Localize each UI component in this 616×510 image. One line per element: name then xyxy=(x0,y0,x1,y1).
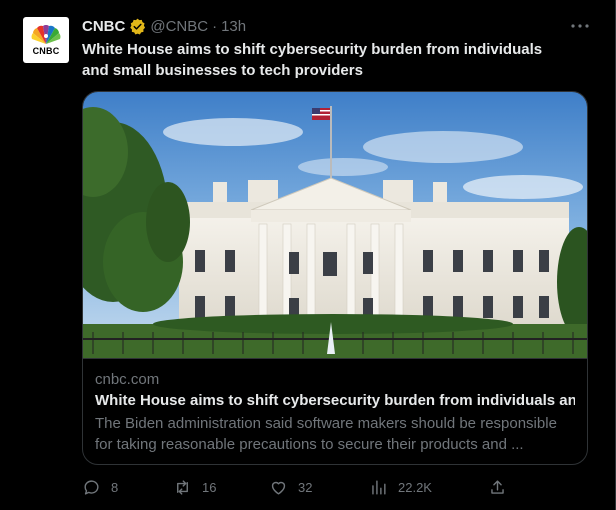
avatar-wordmark: CNBC xyxy=(32,45,60,56)
action-bar: 8 16 32 22.2K xyxy=(82,478,512,500)
view-count: 22.2K xyxy=(398,480,432,495)
reply-icon xyxy=(84,480,99,495)
views-chart-icon xyxy=(372,480,386,495)
avatar[interactable]: CNBC xyxy=(23,17,69,63)
more-options-icon[interactable] xyxy=(570,17,590,35)
share-button[interactable] xyxy=(488,478,507,497)
header-separator: · xyxy=(212,17,218,35)
card-title[interactable]: White House aims to shift cybersecurity … xyxy=(95,392,575,409)
verified-badge-icon[interactable] xyxy=(129,18,146,35)
share-icon xyxy=(491,480,504,494)
heart-icon xyxy=(271,481,286,495)
author-handle[interactable]: @CNBC xyxy=(150,18,208,35)
repost-count: 16 xyxy=(202,480,217,495)
views-button[interactable]: 22.2K xyxy=(369,478,432,497)
card-divider xyxy=(83,358,587,359)
tweet-text: White House aims to shift cybersecurity … xyxy=(82,41,543,79)
link-card[interactable]: cnbc.com White House aims to shift cyber… xyxy=(82,91,588,465)
card-domain[interactable]: cnbc.com xyxy=(95,371,159,388)
repost-button[interactable]: 16 xyxy=(173,478,216,497)
repost-icon xyxy=(177,480,188,495)
post-timestamp[interactable]: 13h xyxy=(221,18,246,35)
reply-count: 8 xyxy=(111,480,119,495)
tweet[interactable]: CNBC CNBC @CNBC · 13h White House aims t… xyxy=(0,0,616,510)
cnbc-peacock-logo-icon xyxy=(31,24,61,44)
like-button[interactable]: 32 xyxy=(269,478,312,497)
like-count: 32 xyxy=(298,480,313,495)
white-house-image[interactable] xyxy=(83,92,587,358)
reply-button[interactable]: 8 xyxy=(82,478,118,497)
tweet-header: CNBC @CNBC · 13h xyxy=(82,17,246,35)
author-name[interactable]: CNBC xyxy=(82,18,125,35)
card-description[interactable]: The Biden administration said software m… xyxy=(95,413,575,455)
